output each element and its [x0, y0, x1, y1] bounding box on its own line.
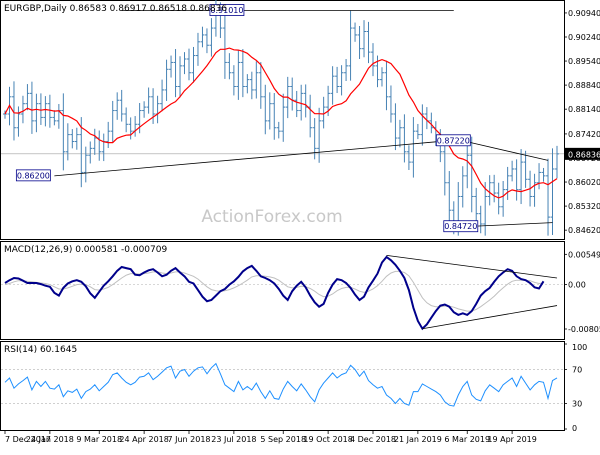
macd-axis-label: 0.00549: [568, 250, 600, 259]
rsi-axis-label: 100: [572, 343, 587, 352]
price-axis-label: 0.87420: [568, 130, 600, 139]
price-axis-label: 0.90240: [568, 33, 600, 42]
date-axis-label: 19 Apr 2019: [487, 435, 536, 444]
macd-axis-label: -0.00805: [568, 325, 600, 334]
price-annotation-label: 0.84720: [444, 222, 477, 231]
watermark: ActionForex.com: [201, 207, 342, 227]
date-axis-label: 9 Mar 2018: [76, 435, 122, 444]
price-axis-label: 0.88140: [568, 105, 600, 114]
price-annotation-label: 0.87220: [437, 136, 470, 145]
date-axis-label: 21 Jan 2019: [394, 435, 442, 444]
chart-canvas: ActionForex.com 0.910100.872200.862000.8…: [0, 0, 600, 444]
current-price-label: 0.86836: [568, 150, 600, 159]
price-axis-label: 0.89540: [568, 57, 600, 66]
rsi-axis-label: 0: [572, 424, 577, 433]
date-axis-label: 6 Mar 2019: [444, 435, 490, 444]
price-axis-label: 0.86020: [568, 178, 600, 187]
date-axis-label: 23 Jul 2018: [211, 435, 256, 444]
macd-panel-label: MACD(12,26,9) 0.000581 -0.000709: [4, 245, 167, 255]
date-axis-label: 24 Jan 2018: [26, 435, 74, 444]
macd-axis-label: 0.00: [568, 281, 586, 290]
rsi-panel-label: RSI(14) 60.1645: [4, 345, 77, 355]
price-annotation-label: 0.86200: [17, 171, 50, 180]
date-axis-label: 5 Sep 2018: [260, 435, 306, 444]
date-axis-label: 24 Apr 2018: [119, 435, 168, 444]
price-panel-frame: [0, 0, 565, 240]
price-axis-label: 0.84620: [568, 226, 600, 235]
date-axis-label: 4 Dec 2018: [350, 435, 396, 444]
date-axis-label: 19 Oct 2018: [303, 435, 352, 444]
price-panel-label: EURGBP,Daily 0.86583 0.86917 0.86518 0.8…: [4, 4, 227, 14]
date-axis-label: 7 Jun 2018: [167, 435, 210, 444]
rsi-panel-frame: [0, 341, 565, 431]
chart-window: ActionForex.com 0.91010 0.87220 0.86200 0.8…: [0, 0, 600, 450]
price-axis-label: 0.85320: [568, 202, 600, 211]
price-axis-label: 0.90940: [568, 9, 600, 18]
rsi-axis-label: 30: [572, 400, 582, 409]
macd-panel-frame: [0, 241, 565, 340]
price-axis-label: 0.88840: [568, 81, 600, 90]
rsi-axis-label: 70: [572, 366, 582, 375]
